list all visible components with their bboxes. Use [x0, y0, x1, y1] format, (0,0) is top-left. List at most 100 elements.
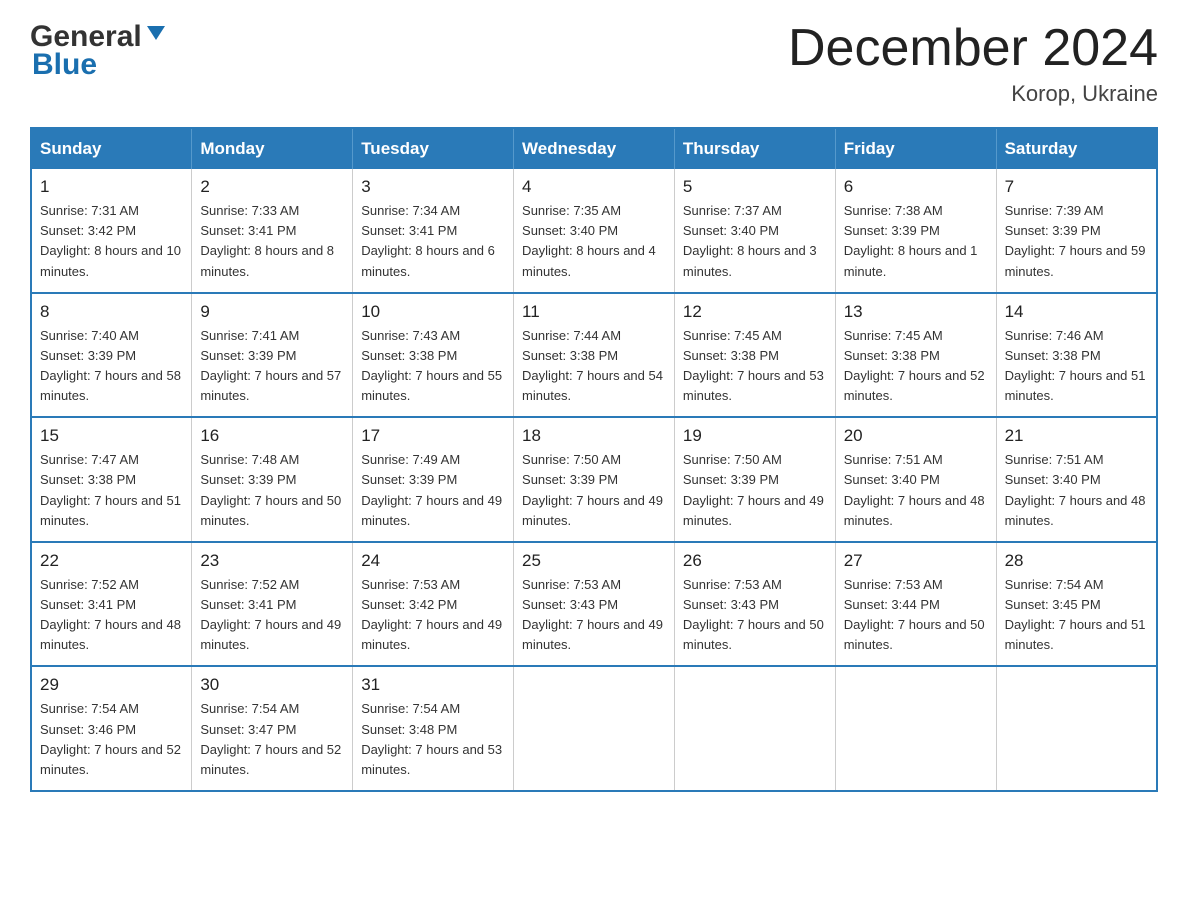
calendar-cell: 23Sunrise: 7:52 AMSunset: 3:41 PMDayligh…	[192, 542, 353, 667]
page-header: General Blue December 2024 Korop, Ukrain…	[30, 20, 1158, 107]
calendar-cell: 15Sunrise: 7:47 AMSunset: 3:38 PMDayligh…	[31, 417, 192, 542]
calendar-cell: 20 Sunrise: 7:51 AMSunset: 3:40 PMDayligh…	[835, 417, 996, 542]
calendar-cell: 30Sunrise: 7:54 AMSunset: 3:47 PMDayligh…	[192, 666, 353, 791]
day-number: 5	[683, 177, 827, 197]
day-info: Sunrise: 7:46 AMSunset: 3:38 PMDaylight:…	[1005, 326, 1148, 407]
day-number: 19	[683, 426, 827, 446]
logo-text-blue: Blue	[30, 48, 167, 82]
day-number: 14	[1005, 302, 1148, 322]
calendar-cell: 1 Sunrise: 7:31 AMSunset: 3:42 PMDaylight…	[31, 169, 192, 293]
day-number: 11	[522, 302, 666, 322]
day-info: Sunrise: 7:49 AMSunset: 3:39 PMDaylight:…	[361, 450, 505, 531]
day-number: 20	[844, 426, 988, 446]
day-number: 10	[361, 302, 505, 322]
day-number: 16	[200, 426, 344, 446]
calendar-cell: 27 Sunrise: 7:53 AMSunset: 3:44 PMDayligh…	[835, 542, 996, 667]
calendar-header-row: SundayMondayTuesdayWednesdayThursdayFrid…	[31, 128, 1157, 169]
day-info: Sunrise: 7:33 AMSunset: 3:41 PMDaylight:…	[200, 201, 344, 282]
day-info: Sunrise: 7:52 AMSunset: 3:41 PMDaylight:…	[40, 575, 183, 656]
calendar-cell	[835, 666, 996, 791]
day-info: Sunrise: 7:39 AMSunset: 3:39 PMDaylight:…	[1005, 201, 1148, 282]
day-info: Sunrise: 7:53 AMSunset: 3:43 PMDaylight:…	[683, 575, 827, 656]
calendar-cell: 3 Sunrise: 7:34 AMSunset: 3:41 PMDaylight…	[353, 169, 514, 293]
day-number: 24	[361, 551, 505, 571]
calendar-cell: 2 Sunrise: 7:33 AMSunset: 3:41 PMDaylight…	[192, 169, 353, 293]
day-number: 2	[200, 177, 344, 197]
day-number: 9	[200, 302, 344, 322]
day-number: 30	[200, 675, 344, 695]
day-number: 22	[40, 551, 183, 571]
calendar-table: SundayMondayTuesdayWednesdayThursdayFrid…	[30, 127, 1158, 792]
logo-arrow-icon	[145, 22, 167, 49]
calendar-week-row: 15Sunrise: 7:47 AMSunset: 3:38 PMDayligh…	[31, 417, 1157, 542]
day-info: Sunrise: 7:31 AMSunset: 3:42 PMDaylight:…	[40, 201, 183, 282]
calendar-week-row: 1 Sunrise: 7:31 AMSunset: 3:42 PMDaylight…	[31, 169, 1157, 293]
day-info: Sunrise: 7:50 AMSunset: 3:39 PMDaylight:…	[522, 450, 666, 531]
day-info: Sunrise: 7:51 AMSunset: 3:40 PMDaylight:…	[1005, 450, 1148, 531]
calendar-week-row: 8Sunrise: 7:40 AMSunset: 3:39 PMDaylight…	[31, 293, 1157, 418]
calendar-cell	[674, 666, 835, 791]
calendar-cell	[996, 666, 1157, 791]
day-info: Sunrise: 7:50 AMSunset: 3:39 PMDaylight:…	[683, 450, 827, 531]
calendar-cell: 28 Sunrise: 7:54 AMSunset: 3:45 PMDayligh…	[996, 542, 1157, 667]
calendar-cell: 19 Sunrise: 7:50 AMSunset: 3:39 PMDayligh…	[674, 417, 835, 542]
day-number: 29	[40, 675, 183, 695]
day-number: 4	[522, 177, 666, 197]
day-info: Sunrise: 7:44 AMSunset: 3:38 PMDaylight:…	[522, 326, 666, 407]
calendar-cell: 25 Sunrise: 7:53 AMSunset: 3:43 PMDayligh…	[514, 542, 675, 667]
day-info: Sunrise: 7:37 AMSunset: 3:40 PMDaylight:…	[683, 201, 827, 282]
calendar-cell: 6 Sunrise: 7:38 AMSunset: 3:39 PMDaylight…	[835, 169, 996, 293]
calendar-cell: 26 Sunrise: 7:53 AMSunset: 3:43 PMDayligh…	[674, 542, 835, 667]
day-number: 3	[361, 177, 505, 197]
weekday-header-monday: Monday	[192, 128, 353, 169]
calendar-cell: 17 Sunrise: 7:49 AMSunset: 3:39 PMDayligh…	[353, 417, 514, 542]
calendar-cell: 12Sunrise: 7:45 AMSunset: 3:38 PMDayligh…	[674, 293, 835, 418]
calendar-cell: 8Sunrise: 7:40 AMSunset: 3:39 PMDaylight…	[31, 293, 192, 418]
calendar-cell: 4Sunrise: 7:35 AMSunset: 3:40 PMDaylight…	[514, 169, 675, 293]
day-number: 23	[200, 551, 344, 571]
day-info: Sunrise: 7:53 AMSunset: 3:42 PMDaylight:…	[361, 575, 505, 656]
calendar-cell: 24 Sunrise: 7:53 AMSunset: 3:42 PMDayligh…	[353, 542, 514, 667]
calendar-cell: 9Sunrise: 7:41 AMSunset: 3:39 PMDaylight…	[192, 293, 353, 418]
calendar-cell: 10 Sunrise: 7:43 AMSunset: 3:38 PMDayligh…	[353, 293, 514, 418]
day-number: 15	[40, 426, 183, 446]
calendar-cell: 22 Sunrise: 7:52 AMSunset: 3:41 PMDayligh…	[31, 542, 192, 667]
day-number: 6	[844, 177, 988, 197]
calendar-week-row: 22 Sunrise: 7:52 AMSunset: 3:41 PMDayligh…	[31, 542, 1157, 667]
day-number: 7	[1005, 177, 1148, 197]
day-info: Sunrise: 7:45 AMSunset: 3:38 PMDaylight:…	[844, 326, 988, 407]
calendar-cell: 14 Sunrise: 7:46 AMSunset: 3:38 PMDayligh…	[996, 293, 1157, 418]
day-number: 27	[844, 551, 988, 571]
weekday-header-saturday: Saturday	[996, 128, 1157, 169]
weekday-header-sunday: Sunday	[31, 128, 192, 169]
day-info: Sunrise: 7:38 AMSunset: 3:39 PMDaylight:…	[844, 201, 988, 282]
logo-icon: General Blue	[30, 20, 167, 82]
day-info: Sunrise: 7:53 AMSunset: 3:43 PMDaylight:…	[522, 575, 666, 656]
day-info: Sunrise: 7:54 AMSunset: 3:45 PMDaylight:…	[1005, 575, 1148, 656]
day-number: 12	[683, 302, 827, 322]
month-title: December 2024	[788, 20, 1158, 77]
day-number: 26	[683, 551, 827, 571]
day-number: 28	[1005, 551, 1148, 571]
day-info: Sunrise: 7:54 AMSunset: 3:46 PMDaylight:…	[40, 699, 183, 780]
calendar-cell: 11 Sunrise: 7:44 AMSunset: 3:38 PMDayligh…	[514, 293, 675, 418]
calendar-cell: 5 Sunrise: 7:37 AMSunset: 3:40 PMDaylight…	[674, 169, 835, 293]
day-info: Sunrise: 7:48 AMSunset: 3:39 PMDaylight:…	[200, 450, 344, 531]
day-number: 17	[361, 426, 505, 446]
day-number: 25	[522, 551, 666, 571]
location-subtitle: Korop, Ukraine	[788, 81, 1158, 107]
day-info: Sunrise: 7:34 AMSunset: 3:41 PMDaylight:…	[361, 201, 505, 282]
title-area: December 2024 Korop, Ukraine	[788, 20, 1158, 107]
weekday-header-wednesday: Wednesday	[514, 128, 675, 169]
day-number: 18	[522, 426, 666, 446]
day-number: 1	[40, 177, 183, 197]
day-number: 13	[844, 302, 988, 322]
day-info: Sunrise: 7:51 AMSunset: 3:40 PMDaylight:…	[844, 450, 988, 531]
day-info: Sunrise: 7:43 AMSunset: 3:38 PMDaylight:…	[361, 326, 505, 407]
calendar-cell: 13 Sunrise: 7:45 AMSunset: 3:38 PMDayligh…	[835, 293, 996, 418]
calendar-cell: 7 Sunrise: 7:39 AMSunset: 3:39 PMDaylight…	[996, 169, 1157, 293]
weekday-header-tuesday: Tuesday	[353, 128, 514, 169]
calendar-cell: 29 Sunrise: 7:54 AMSunset: 3:46 PMDayligh…	[31, 666, 192, 791]
calendar-cell: 21Sunrise: 7:51 AMSunset: 3:40 PMDayligh…	[996, 417, 1157, 542]
day-info: Sunrise: 7:53 AMSunset: 3:44 PMDaylight:…	[844, 575, 988, 656]
